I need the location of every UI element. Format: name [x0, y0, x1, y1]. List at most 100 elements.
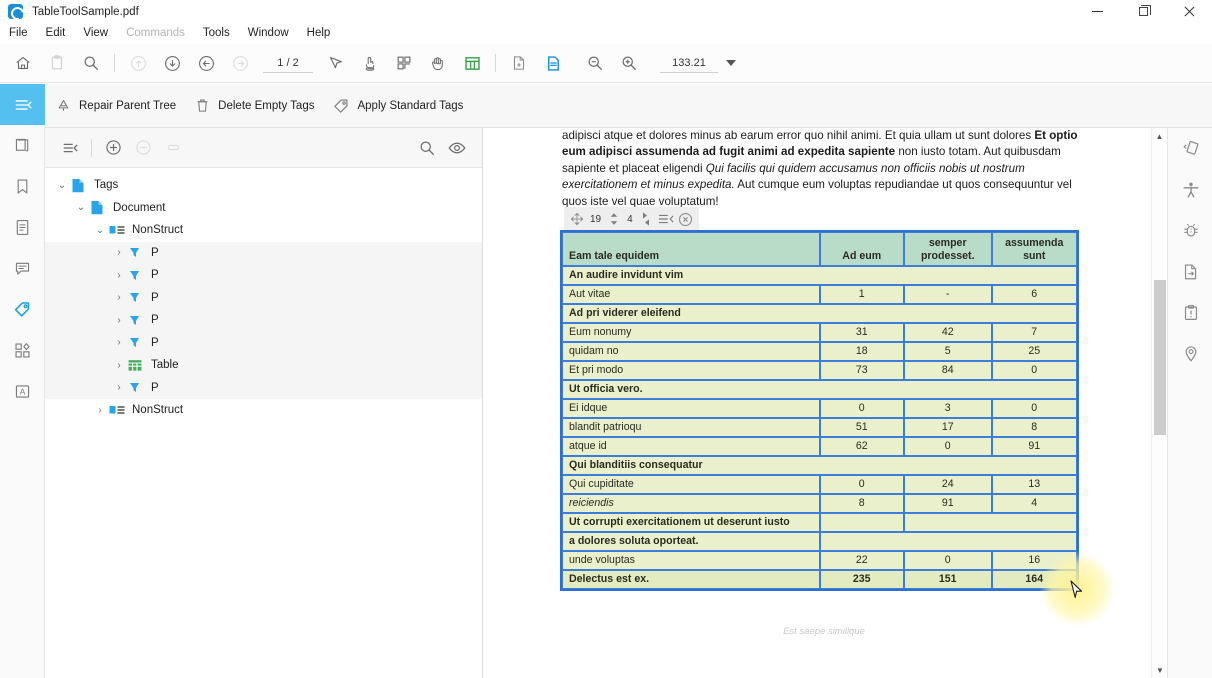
row-value[interactable]: 51	[819, 418, 904, 437]
table-columns-value[interactable]: 4	[626, 214, 634, 225]
table-row[interactable]: atque id 62 0 91	[562, 437, 1077, 456]
page-number-input[interactable]: 1 / 2	[263, 53, 313, 73]
find-icon[interactable]	[412, 133, 442, 163]
section-label[interactable]: Ut officia vero.	[562, 380, 1077, 399]
chevron-down-icon[interactable]: ▼	[1152, 662, 1168, 678]
chevron-up-icon[interactable]: ▲	[1152, 128, 1167, 144]
menu-help[interactable]: Help	[298, 23, 340, 44]
highlight-content-icon[interactable]	[442, 133, 472, 163]
row-value[interactable]: 235	[819, 570, 904, 589]
tree-node-p-1[interactable]: › P	[45, 241, 482, 264]
table-header-cell-2[interactable]: semper prodesset.	[903, 232, 992, 266]
row-value[interactable]: 0	[991, 361, 1077, 380]
restore-icon[interactable]	[1120, 0, 1166, 23]
row-label[interactable]: unde voluptas	[562, 551, 820, 570]
row-value[interactable]: 17	[903, 418, 992, 437]
table-rows-value[interactable]: 19	[589, 214, 602, 225]
tree-node-p-3[interactable]: › P	[45, 286, 482, 309]
rail-item-pages-tool[interactable]	[1168, 128, 1212, 169]
row-label[interactable]: blandit patrioqu	[562, 418, 820, 437]
row-label[interactable]: Eum nonumy	[562, 323, 820, 342]
close-icon[interactable]	[1166, 0, 1212, 23]
row-value[interactable]: 24	[903, 475, 992, 494]
sidebar-item-bookmarks[interactable]	[0, 166, 45, 207]
row-value[interactable]: 42	[903, 323, 992, 342]
row-value[interactable]: 3	[903, 399, 992, 418]
table-options-icon[interactable]	[658, 210, 674, 228]
table-row[interactable]: blandit patrioqu 51 17 8	[562, 418, 1077, 437]
row-label[interactable]: Aut vitae	[562, 285, 820, 304]
chevron-right-icon[interactable]: ›	[110, 337, 128, 348]
rail-item-location[interactable]	[1168, 333, 1212, 374]
section-label[interactable]: Qui blanditiis consequatur	[562, 456, 1077, 475]
row-label[interactable]: Qui cupiditate	[562, 475, 820, 494]
section-label[interactable]: An audire invidunt vim	[562, 266, 1077, 285]
chevron-down-icon[interactable]: ⌄	[91, 225, 109, 236]
table-header-cell-1[interactable]: Ad eum	[819, 232, 904, 266]
close-circle-icon[interactable]	[678, 210, 694, 228]
add-page-icon[interactable]	[502, 46, 536, 80]
chevron-right-icon[interactable]: ›	[110, 382, 128, 393]
table-row[interactable]: reiciendis 8 91 4	[562, 494, 1077, 513]
chevron-right-icon[interactable]: ›	[110, 360, 128, 371]
rail-item-accessibility[interactable]	[1168, 169, 1212, 210]
row-value[interactable]: 18	[819, 342, 904, 361]
tree-node-p-2[interactable]: › P	[45, 264, 482, 287]
hand-tool-icon[interactable]	[421, 46, 455, 80]
document-view[interactable]: adipisci atque et dolores minus ab earum…	[484, 128, 1167, 678]
home-icon[interactable]	[6, 46, 40, 80]
chevron-right-icon[interactable]: ›	[91, 405, 109, 416]
chevron-down-icon[interactable]	[726, 60, 736, 66]
empty-cell[interactable]	[819, 532, 1077, 551]
row-label[interactable]: Ei idque	[562, 399, 820, 418]
chevron-down-icon[interactable]: ⌄	[72, 202, 90, 213]
chevron-right-icon[interactable]: ›	[110, 247, 128, 258]
table-row[interactable]: unde voluptas 22 0 16	[562, 551, 1077, 570]
touch-mode-icon[interactable]	[353, 46, 387, 80]
table-row[interactable]: Qui cupiditate 0 24 13	[562, 475, 1077, 494]
sidebar-item-tags[interactable]	[0, 289, 45, 330]
column-stepper-icon[interactable]	[638, 210, 654, 228]
row-value[interactable]: 84	[903, 361, 992, 380]
menu-commands[interactable]: Commands	[117, 23, 194, 44]
menu-view[interactable]: View	[74, 23, 117, 44]
row-value[interactable]: 4	[991, 494, 1077, 513]
row-value[interactable]: 91	[991, 437, 1077, 456]
previous-page-icon[interactable]	[189, 46, 223, 80]
row-value[interactable]: 0	[819, 399, 904, 418]
row-label[interactable]: quidam no	[562, 342, 820, 361]
tree-node-p-6[interactable]: › P	[45, 376, 482, 399]
row-value[interactable]: 8	[819, 494, 904, 513]
row-stepper-icon[interactable]	[606, 210, 622, 228]
menu-file[interactable]: File	[0, 23, 37, 44]
sidebar-item-text-recognition[interactable]: A	[0, 371, 45, 412]
section-label[interactable]: Ad pri viderer eleifend	[562, 304, 1077, 323]
page-thumbnails-icon[interactable]	[387, 46, 421, 80]
table-row[interactable]: Ei idque 0 3 0	[562, 399, 1077, 418]
row-value[interactable]: 8	[991, 418, 1077, 437]
move-handle-icon[interactable]	[569, 210, 585, 228]
chevron-right-icon[interactable]: ›	[110, 292, 128, 303]
next-page-icon[interactable]	[155, 46, 189, 80]
file-icon[interactable]	[40, 46, 74, 80]
row-value[interactable]: 5	[903, 342, 992, 361]
chevron-down-icon[interactable]: ⌄	[53, 180, 71, 191]
row-value[interactable]: 73	[819, 361, 904, 380]
tree-node-document[interactable]: ⌄ Document	[45, 197, 482, 220]
select-cursor-icon[interactable]	[319, 46, 353, 80]
tree-node-nonstruct-1[interactable]: ⌄ NonStruct	[45, 219, 482, 242]
tree-node-p-4[interactable]: › P	[45, 309, 482, 332]
table-row[interactable]: Aut vitae 1 - 6	[562, 285, 1077, 304]
row-value[interactable]: 91	[903, 494, 992, 513]
table-editor-toolbar[interactable]: 19 4	[564, 207, 699, 231]
rail-item-alerts[interactable]	[1168, 292, 1212, 333]
add-tag-icon[interactable]	[98, 133, 128, 163]
row-value[interactable]: 31	[819, 323, 904, 342]
chevron-right-icon[interactable]: ›	[110, 270, 128, 281]
row-label[interactable]: atque id	[562, 437, 820, 456]
empty-cell[interactable]	[819, 513, 904, 532]
table-row[interactable]: Eum nonumy 31 42 7	[562, 323, 1077, 342]
row-value[interactable]: 0	[819, 475, 904, 494]
pdf-table[interactable]: Eam tale equidem Ad eum semper prodesset…	[560, 230, 1079, 591]
sidebar-item-page-thumbnails[interactable]	[0, 125, 45, 166]
